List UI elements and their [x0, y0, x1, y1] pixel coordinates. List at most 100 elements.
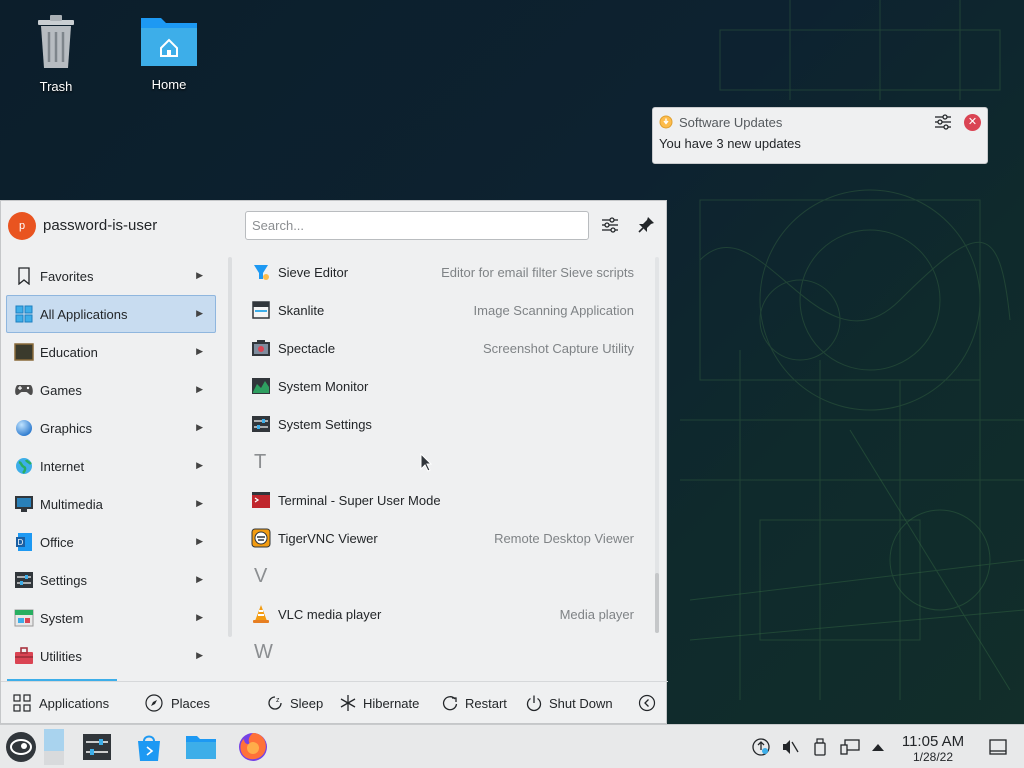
removable-device-icon[interactable] [810, 737, 830, 757]
taskbar-discover[interactable] [133, 731, 165, 763]
app-item-system-settings[interactable]: System Settings [241, 405, 641, 443]
app-item-tigervnc[interactable]: TigerVNC Viewer Remote Desktop Viewer [241, 519, 641, 557]
section-letter: T [254, 450, 267, 473]
power-icon [525, 694, 543, 712]
app-item-spectacle[interactable]: Spectacle Screenshot Capture Utility [241, 329, 641, 367]
chevron-right-icon: ▶ [196, 308, 203, 318]
taskbar: 11:05 AM 1/28/22 [0, 724, 1024, 768]
shopping-bag-icon [138, 735, 160, 761]
sliders-icon [602, 217, 618, 233]
volume-muted-icon[interactable] [780, 737, 800, 757]
category-scrollbar[interactable] [228, 257, 232, 637]
sleep-button[interactable]: z Sleep [266, 690, 323, 716]
svg-text:D: D [18, 538, 24, 547]
application-list: Sieve Editor Editor for email filter Sie… [241, 253, 641, 681]
app-description: Media player [559, 606, 634, 622]
tab-applications[interactable]: Applications [13, 690, 109, 716]
category-list: Favorites ▶ All Applications ▶ Education… [6, 257, 216, 675]
firefox-icon [239, 733, 267, 761]
terminal-icon [252, 492, 270, 508]
configure-button[interactable] [599, 215, 621, 237]
show-desktop-icon[interactable] [988, 737, 1008, 757]
app-list-scrollbar-thumb[interactable] [655, 573, 659, 633]
category-favorites[interactable]: Favorites ▶ [6, 257, 216, 295]
taskbar-system-settings[interactable] [81, 731, 113, 763]
pager-desktop[interactable] [40, 729, 68, 765]
category-education[interactable]: Education ▶ [6, 333, 216, 371]
shutdown-button[interactable]: Shut Down [525, 690, 613, 716]
app-name: VLC media player [278, 606, 382, 622]
category-label: All Applications [40, 306, 128, 322]
category-utilities[interactable]: Utilities ▶ [6, 637, 216, 675]
sleep-icon: z [266, 694, 284, 712]
sliders-icon [13, 570, 35, 590]
category-label: Settings [40, 572, 87, 588]
digital-clock[interactable]: 11:05 AM 1/28/22 [893, 733, 973, 764]
category-graphics[interactable]: Graphics ▶ [6, 409, 216, 447]
avatar[interactable]: p [8, 212, 36, 240]
app-item-vlc[interactable]: VLC media player Media player [241, 595, 641, 633]
section-header-w: W [241, 633, 641, 671]
category-multimedia[interactable]: Multimedia ▶ [6, 485, 216, 523]
restart-button[interactable]: Restart [441, 690, 507, 716]
app-item-skanlite[interactable]: Skanlite Image Scanning Application [241, 291, 641, 329]
category-label: Office [40, 534, 74, 550]
snowflake-icon [339, 694, 357, 712]
tab-places[interactable]: Places [145, 690, 210, 716]
tab-label: Places [171, 695, 211, 711]
app-item-terminal-super-user[interactable]: Terminal - Super User Mode [241, 481, 641, 519]
toolbox-icon [13, 646, 35, 666]
category-settings[interactable]: Settings ▶ [6, 561, 216, 599]
app-item-sieve-editor[interactable]: Sieve Editor Editor for email filter Sie… [241, 253, 641, 291]
configure-icon[interactable] [934, 113, 952, 131]
more-power-options-button[interactable] [638, 690, 662, 716]
category-internet[interactable]: Internet ▶ [6, 447, 216, 485]
close-icon[interactable]: ✕ [964, 113, 981, 131]
category-all-applications[interactable]: All Applications ▶ [6, 295, 216, 333]
category-label: System [40, 610, 84, 626]
tab-label: Applications [39, 695, 110, 711]
category-system[interactable]: System ▶ [6, 599, 216, 637]
app-item-system-monitor[interactable]: System Monitor [241, 367, 641, 405]
category-label: Graphics [40, 420, 93, 436]
application-launcher: p password-is-user Favorites ▶ All [0, 200, 668, 724]
category-label: Internet [40, 458, 85, 474]
category-label: Utilities [40, 648, 82, 664]
svg-text:z: z [276, 697, 280, 704]
chevron-right-icon: ▶ [196, 612, 203, 622]
section-header-t: T [241, 443, 641, 481]
category-games[interactable]: Games ▶ [6, 371, 216, 409]
restart-label: Restart [465, 695, 507, 711]
update-icon [659, 115, 673, 129]
sphere-icon [13, 418, 35, 438]
desktop-icon-home[interactable]: Home [124, 12, 214, 92]
chevron-up-icon[interactable] [868, 737, 888, 757]
opensuse-logo-icon [6, 732, 36, 762]
app-name: Spectacle [278, 340, 336, 356]
category-office[interactable]: D Office ▶ [6, 523, 216, 561]
notification-popup[interactable]: Software Updates ✕ You have 3 new update… [652, 107, 988, 164]
pin-button[interactable] [635, 215, 657, 237]
search-input[interactable] [245, 211, 589, 240]
update-notifier-icon[interactable] [751, 737, 771, 757]
category-label: Education [40, 344, 98, 360]
section-letter: W [254, 640, 273, 663]
chevron-right-icon: ▶ [196, 650, 203, 660]
desktop-icon-trash[interactable]: Trash [11, 12, 101, 94]
category-label: Multimedia [40, 496, 103, 512]
app-description: Remote Desktop Viewer [494, 530, 634, 546]
mouse-cursor-icon [420, 453, 432, 472]
taskbar-firefox[interactable] [237, 731, 269, 763]
taskbar-file-manager[interactable] [185, 731, 217, 763]
settings-icon [252, 416, 270, 432]
sleep-label: Sleep [290, 695, 324, 711]
clock-time: 11:05 AM [901, 733, 965, 750]
system-icon [13, 608, 35, 628]
camera-icon [252, 340, 270, 356]
sieve-editor-icon [254, 265, 269, 280]
network-icon[interactable] [840, 737, 860, 757]
hibernate-button[interactable]: Hibernate [339, 690, 419, 716]
launcher-button[interactable] [5, 731, 37, 763]
folder-icon [186, 736, 216, 759]
desktop-icon-label: Home [151, 77, 187, 92]
